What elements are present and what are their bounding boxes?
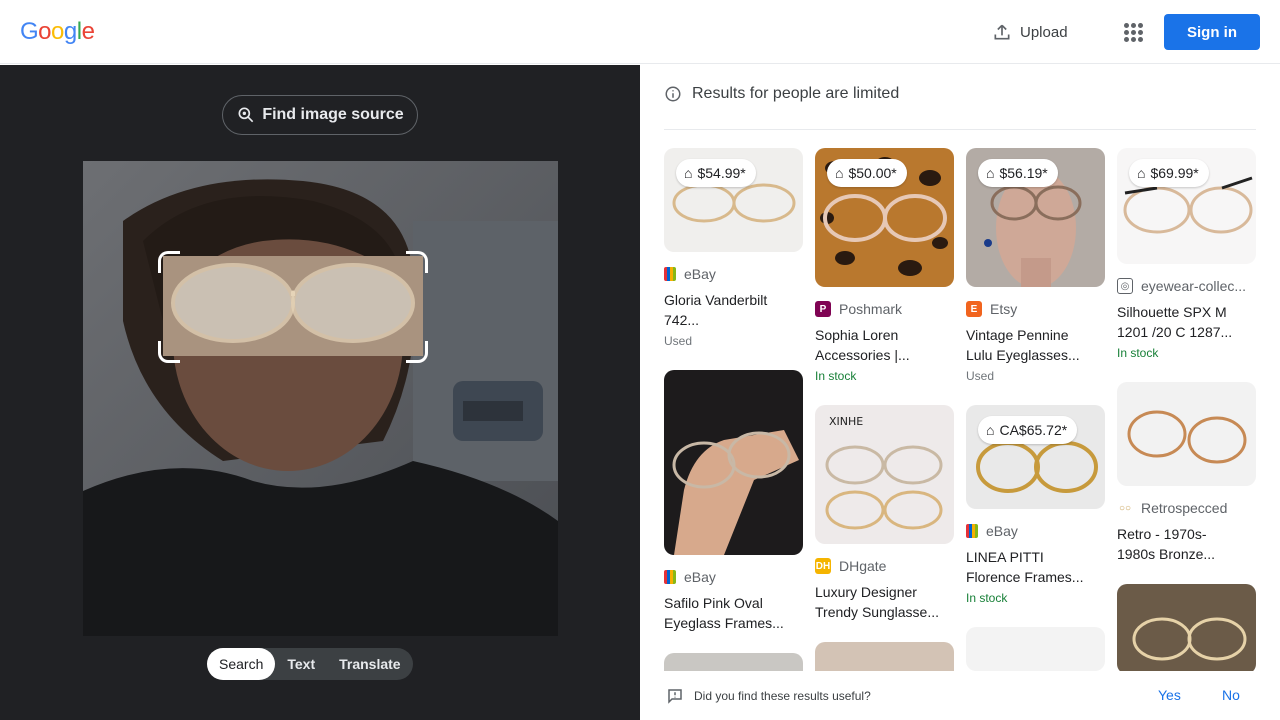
result-status: In stock bbox=[815, 369, 857, 383]
result-thumbnail[interactable] bbox=[1117, 584, 1256, 674]
sign-in-button[interactable]: Sign in bbox=[1164, 14, 1260, 50]
result-card[interactable]: XINHE DH DHgate Luxury Designer Trendy Sun… bbox=[815, 405, 954, 622]
top-bar: Google Upload Sign in bbox=[0, 0, 1280, 64]
result-title[interactable]: LINEA PITTI Florence Frames... bbox=[966, 547, 1105, 587]
results-notice: Results for people are limited bbox=[664, 85, 899, 103]
result-thumbnail[interactable]: ⌂ $56.19* bbox=[966, 148, 1105, 287]
upload-icon bbox=[994, 24, 1010, 40]
result-status: Used bbox=[966, 369, 995, 383]
lens-search-icon bbox=[238, 107, 254, 123]
divider bbox=[664, 129, 1256, 130]
result-card[interactable] bbox=[966, 627, 1105, 671]
query-image bbox=[83, 161, 558, 636]
logo-letter: o bbox=[38, 18, 52, 45]
price-badge: ⌂ $54.99* bbox=[676, 159, 756, 187]
feedback-icon bbox=[668, 689, 682, 704]
result-title[interactable]: Gloria Vanderbilt 742... bbox=[664, 290, 803, 330]
upload-button[interactable]: Upload bbox=[992, 20, 1068, 44]
price-badge: ⌂ $50.00* bbox=[827, 159, 907, 187]
price-tag-icon: ⌂ bbox=[986, 422, 995, 438]
result-card[interactable] bbox=[1117, 584, 1256, 674]
feedback-yes-button[interactable]: Yes bbox=[1158, 687, 1181, 703]
logo-letter: g bbox=[63, 18, 77, 45]
result-thumbnail[interactable]: ⌂ $54.99* bbox=[664, 148, 803, 252]
result-thumbnail[interactable] bbox=[966, 627, 1105, 671]
result-thumbnail[interactable]: XINHE bbox=[815, 405, 954, 544]
result-card[interactable]: ⌂ $50.00* P Poshmark Sophia Loren Accessori… bbox=[815, 148, 954, 383]
feedback-question: Did you find these results useful? bbox=[694, 689, 871, 703]
result-card[interactable]: ⌂ $54.99* eBay Gloria Vanderbilt 742... Us… bbox=[664, 148, 803, 348]
result-source[interactable]: P Poshmark bbox=[815, 301, 954, 317]
dhgate-favicon-icon: DH bbox=[815, 558, 831, 574]
result-title[interactable]: Luxury Designer Trendy Sunglasse... bbox=[815, 582, 954, 622]
result-title[interactable]: Safilo Pink Oval Eyeglass Frames... bbox=[664, 593, 803, 633]
result-thumbnail[interactable] bbox=[664, 370, 803, 555]
retrospecced-favicon-icon: ○○ bbox=[1117, 500, 1133, 516]
result-status: In stock bbox=[966, 591, 1008, 605]
result-card[interactable]: ⌂ $56.19* E Etsy Vintage Pennine Lulu Eyegl… bbox=[966, 148, 1105, 383]
result-status: In stock bbox=[1117, 346, 1159, 360]
svg-text:XINHE: XINHE bbox=[829, 415, 863, 428]
result-title[interactable]: Retro - 1970s- 1980s Bronze... bbox=[1117, 524, 1256, 564]
price-tag-icon: ⌂ bbox=[986, 165, 995, 181]
result-source[interactable]: eBay bbox=[664, 569, 803, 585]
result-card[interactable]: ⌂ $69.99* ◎ eyewear-collec... Silhouette S… bbox=[1117, 148, 1256, 360]
tab-search[interactable]: Search bbox=[207, 648, 276, 680]
price-tag-icon: ⌂ bbox=[835, 165, 844, 181]
ebay-favicon-icon bbox=[664, 570, 676, 584]
result-source[interactable]: eBay bbox=[966, 523, 1105, 539]
result-title[interactable]: Silhouette SPX M 1201 /20 C 1287... bbox=[1117, 302, 1256, 342]
mode-switcher: Search Text Translate bbox=[207, 648, 413, 680]
results-notice-text: Results for people are limited bbox=[692, 85, 900, 102]
result-source[interactable]: ◎ eyewear-collec... bbox=[1117, 278, 1256, 294]
result-card[interactable]: eBay Safilo Pink Oval Eyeglass Frames... bbox=[664, 370, 803, 633]
apps-grid-icon[interactable] bbox=[1120, 20, 1144, 44]
results-pane: Results for people are limited ⌂ $54.99* … bbox=[640, 65, 1280, 720]
price-badge: ⌂ $69.99* bbox=[1129, 159, 1209, 187]
result-thumbnail[interactable]: ⌂ CA$65.72* bbox=[966, 405, 1105, 509]
lens-image-pane: Find image source Search Text Translate bbox=[0, 65, 640, 720]
result-title[interactable]: Sophia Loren Accessories |... bbox=[815, 325, 954, 365]
tab-translate[interactable]: Translate bbox=[327, 648, 412, 680]
result-thumbnail[interactable]: ⌂ $69.99* bbox=[1117, 148, 1256, 264]
google-logo[interactable]: Google bbox=[20, 18, 95, 46]
result-source[interactable]: eBay bbox=[664, 266, 803, 282]
find-image-source-button[interactable]: Find image source bbox=[222, 95, 418, 135]
result-source[interactable]: ○○ Retrospecced bbox=[1117, 500, 1256, 516]
result-card[interactable]: ⌂ CA$65.72* eBay LINEA PITTI Florence Fram… bbox=[966, 405, 1105, 605]
result-card[interactable]: ○○ Retrospecced Retro - 1970s- 1980s Bronz… bbox=[1117, 382, 1256, 564]
etsy-favicon-icon: E bbox=[966, 301, 982, 317]
upload-label: Upload bbox=[1020, 23, 1068, 41]
logo-letter: o bbox=[51, 18, 64, 45]
logo-letter: e bbox=[81, 18, 95, 45]
result-title[interactable]: Vintage Pennine Lulu Eyeglasses... bbox=[966, 325, 1105, 365]
find-image-source-label: Find image source bbox=[262, 106, 404, 123]
selection-crop-box[interactable] bbox=[158, 251, 428, 363]
price-tag-icon: ⌂ bbox=[1137, 165, 1146, 181]
result-source[interactable]: DH DHgate bbox=[815, 558, 954, 574]
poshmark-favicon-icon: P bbox=[815, 301, 831, 317]
logo-letter: G bbox=[20, 18, 39, 45]
price-tag-icon: ⌂ bbox=[684, 165, 693, 181]
eyewear-favicon-icon: ◎ bbox=[1117, 278, 1133, 294]
feedback-bar: Did you find these results useful? Yes N… bbox=[640, 671, 1280, 720]
ebay-favicon-icon bbox=[966, 524, 978, 538]
price-badge: ⌂ CA$65.72* bbox=[978, 416, 1078, 444]
result-status: Used bbox=[664, 334, 693, 348]
ebay-favicon-icon bbox=[664, 267, 676, 281]
price-badge: ⌂ $56.19* bbox=[978, 159, 1058, 187]
result-thumbnail[interactable] bbox=[1117, 382, 1256, 486]
feedback-no-button[interactable]: No bbox=[1222, 687, 1240, 703]
result-thumbnail[interactable]: ⌂ $50.00* bbox=[815, 148, 954, 287]
tab-text[interactable]: Text bbox=[275, 648, 327, 680]
info-icon bbox=[665, 86, 681, 102]
result-source[interactable]: E Etsy bbox=[966, 301, 1105, 317]
